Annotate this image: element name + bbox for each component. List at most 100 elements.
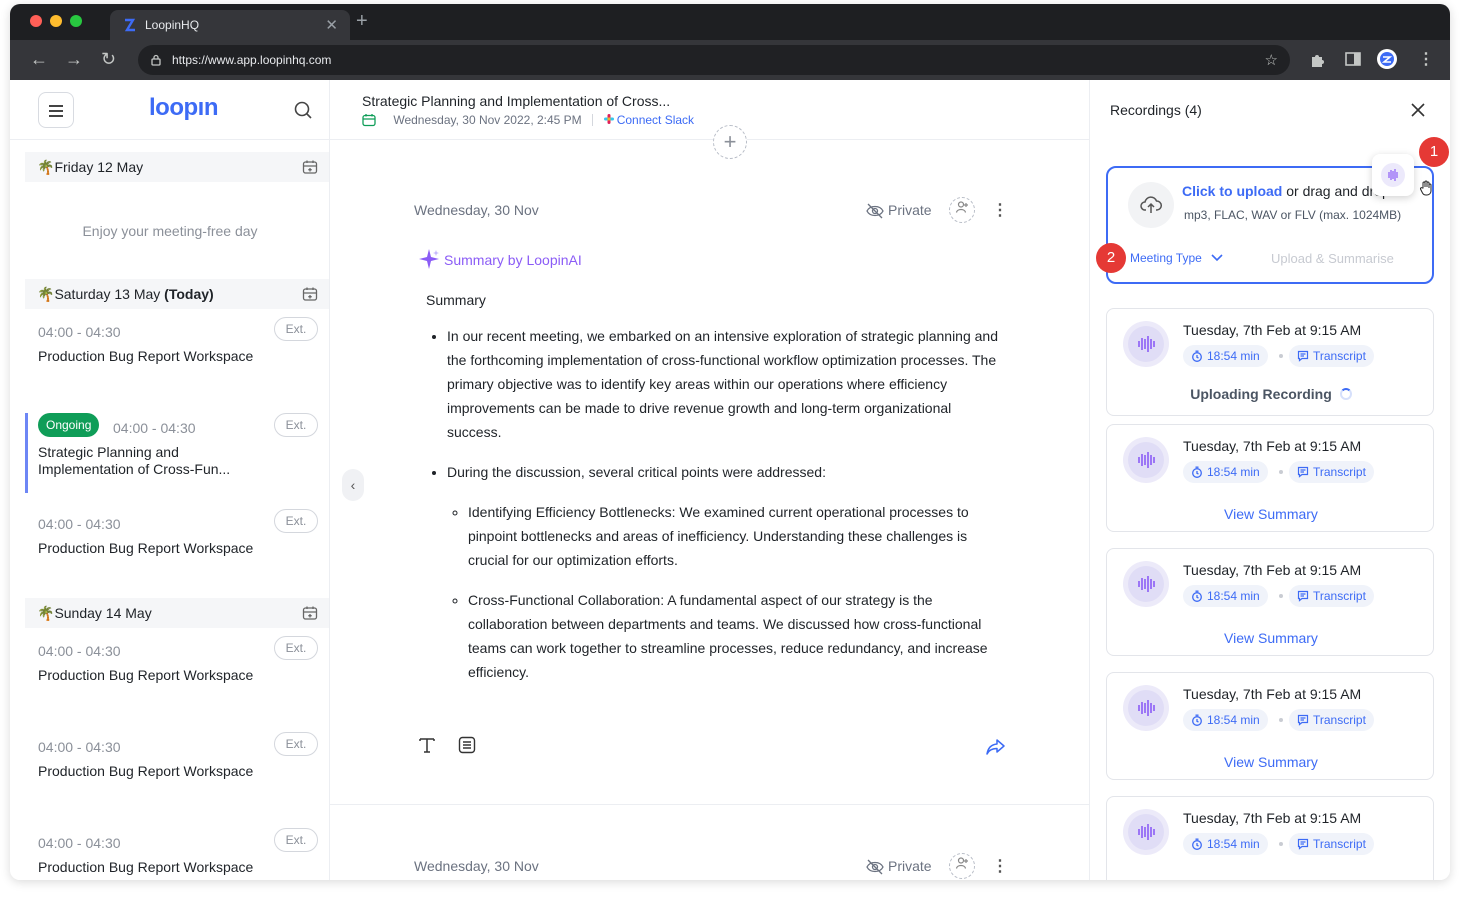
- eye-off-icon: [866, 859, 884, 875]
- add-user-icon[interactable]: [949, 853, 975, 879]
- summary-bullet: In our recent meeting, we embarked on an…: [447, 324, 1006, 444]
- transcript-button[interactable]: Transcript: [1289, 461, 1374, 483]
- summary-body: In our recent meeting, we embarked on an…: [426, 324, 1006, 700]
- drag-hand-cursor-icon: [1419, 180, 1433, 201]
- address-bar[interactable]: https://www.app.loopinhq.com ☆: [138, 45, 1290, 75]
- transcript-icon: [1297, 590, 1309, 602]
- close-window-button[interactable]: [30, 15, 42, 27]
- browser-window: LoopinHQ ✕ + ← → ↻ https://www.app.loopi…: [10, 4, 1450, 880]
- privacy-toggle[interactable]: Private: [866, 858, 932, 875]
- calendar-event[interactable]: 04:00 - 04:30 Production Bug Report Work…: [25, 509, 329, 589]
- meeting-notes-panel: Strategic Planning and Implementation of…: [330, 80, 1090, 880]
- text-format-icon[interactable]: [418, 736, 436, 759]
- new-tab-icon[interactable]: +: [356, 10, 368, 33]
- calendar-event[interactable]: 04:00 - 04:30 Production Bug Report Work…: [25, 317, 329, 397]
- minimize-window-button[interactable]: [50, 15, 62, 27]
- separator-dot: [1279, 470, 1283, 474]
- click-to-upload-link[interactable]: Click to upload: [1182, 183, 1282, 199]
- day-label: 🌴Friday 12 May: [37, 159, 144, 175]
- bookmark-star-icon[interactable]: ☆: [1265, 51, 1278, 69]
- forward-icon[interactable]: →: [65, 50, 83, 68]
- event-time: 04:00 - 04:30: [38, 324, 121, 340]
- external-badge: Ext.: [274, 413, 318, 437]
- waveform-icon: [1123, 809, 1169, 855]
- summary-sub-bullet: Identifying Efficiency Bottlenecks: We e…: [468, 500, 1006, 572]
- back-icon[interactable]: ←: [30, 50, 48, 68]
- transcript-button[interactable]: Transcript: [1289, 709, 1374, 731]
- calendar-event[interactable]: 04:00 - 04:30 Production Bug Report Work…: [25, 732, 329, 812]
- external-badge: Ext.: [274, 732, 318, 756]
- calendar-event-active[interactable]: Ongoing 04:00 - 04:30 Strategic Planning…: [25, 413, 329, 493]
- reload-icon[interactable]: ↻: [101, 50, 116, 68]
- recording-card[interactable]: Tuesday, 7th Feb at 9:15 AM 18:54 min Tr…: [1106, 672, 1434, 780]
- search-icon[interactable]: [294, 101, 312, 124]
- more-options-icon[interactable]: ⋮: [992, 200, 1008, 220]
- timer-icon: [1192, 590, 1202, 602]
- upload-formats: mp3, FLAC, WAV or FLV (max. 1024MB): [1184, 208, 1402, 222]
- calendar-event[interactable]: 04:00 - 04:30 Production Bug Report Work…: [25, 636, 329, 716]
- connect-slack-link[interactable]: Connect Slack: [603, 113, 694, 127]
- browser-menu-icon[interactable]: ⋮: [1418, 49, 1434, 69]
- collapse-sidebar-button[interactable]: ‹: [342, 469, 364, 501]
- day-header-saturday: 🌴Saturday 13 May (Today): [25, 279, 329, 309]
- view-summary-link[interactable]: View Summary: [1107, 630, 1435, 646]
- calendar-add-icon[interactable]: [302, 159, 318, 178]
- upload-summarise-button[interactable]: Upload & Summarise: [1271, 251, 1394, 266]
- add-user-icon[interactable]: [949, 197, 975, 223]
- side-panel-icon[interactable]: [1345, 51, 1361, 72]
- recording-card[interactable]: Tuesday, 7th Feb at 9:15 AM 18:54 min Tr…: [1106, 308, 1434, 416]
- day-header-sunday: 🌴Sunday 14 May: [25, 598, 329, 628]
- browser-tab[interactable]: LoopinHQ ✕: [110, 10, 350, 40]
- duration-chip: 18:54 min: [1183, 461, 1268, 483]
- close-tab-icon[interactable]: ✕: [325, 16, 338, 34]
- recording-card[interactable]: Tuesday, 7th Feb at 9:15 AM 18:54 min Tr…: [1106, 548, 1434, 656]
- note-divider: [330, 804, 1089, 805]
- event-name: Production Bug Report Workspace: [38, 763, 254, 779]
- view-summary-link[interactable]: View Summary: [1107, 754, 1435, 770]
- event-name: Production Bug Report Workspace: [38, 859, 254, 875]
- more-options-icon[interactable]: ⋮: [992, 856, 1008, 876]
- note-toolbar: [418, 736, 476, 759]
- extensions-icon[interactable]: [1309, 51, 1327, 74]
- recording-card[interactable]: Tuesday, 7th Feb at 9:15 AM 18:54 min Tr…: [1106, 796, 1434, 880]
- transcript-button[interactable]: Transcript: [1289, 833, 1374, 855]
- calendar-icon: [362, 113, 393, 127]
- event-name: Production Bug Report Workspace: [38, 540, 254, 556]
- transcript-button[interactable]: Transcript: [1289, 345, 1374, 367]
- maximize-window-button[interactable]: [70, 15, 82, 27]
- timer-icon: [1192, 714, 1202, 726]
- external-badge: Ext.: [274, 636, 318, 660]
- transcript-icon: [1297, 350, 1309, 362]
- transcript-icon: [1297, 714, 1309, 726]
- add-note-button[interactable]: +: [713, 125, 747, 159]
- drag-recording-chip[interactable]: [1372, 154, 1414, 196]
- summary-sub-bullet: Cross-Functional Collaboration: A fundam…: [468, 588, 1006, 684]
- share-icon[interactable]: [986, 738, 1006, 761]
- recording-title: Tuesday, 7th Feb at 9:15 AM: [1183, 810, 1362, 826]
- meeting-type-dropdown[interactable]: Meeting Type: [1130, 251, 1223, 265]
- event-time: 04:00 - 04:30: [38, 643, 121, 659]
- transcript-button[interactable]: Transcript: [1289, 585, 1374, 607]
- waveform-icon: [1123, 321, 1169, 367]
- step-badge-2: 2: [1096, 243, 1126, 273]
- loading-spinner-icon: [1339, 388, 1352, 400]
- timer-icon: [1192, 466, 1202, 478]
- calendar-event[interactable]: 04:00 - 04:30 Production Bug Report Work…: [25, 828, 329, 880]
- loopin-logo: loopın: [149, 94, 218, 121]
- menu-button[interactable]: [38, 92, 74, 128]
- empty-day-message: Enjoy your meeting-free day: [82, 223, 258, 239]
- calendar-add-icon[interactable]: [302, 286, 318, 305]
- duration-chip: 18:54 min: [1183, 345, 1268, 367]
- recording-card[interactable]: Tuesday, 7th Feb at 9:15 AM 18:54 min Tr…: [1106, 424, 1434, 532]
- profile-avatar-icon[interactable]: [1377, 49, 1397, 74]
- transcript-icon: [1297, 466, 1309, 478]
- url-text: https://www.app.loopinhq.com: [172, 53, 332, 67]
- calendar-add-icon[interactable]: [302, 605, 318, 624]
- browser-tabbar: LoopinHQ ✕ +: [10, 4, 1450, 40]
- divider: [591, 114, 593, 126]
- list-format-icon[interactable]: [458, 736, 476, 759]
- close-icon[interactable]: [1410, 102, 1426, 123]
- view-summary-link[interactable]: View Summary: [1107, 506, 1435, 522]
- privacy-toggle[interactable]: Private: [866, 202, 932, 219]
- meeting-datetime: Wednesday, 30 Nov 2022, 2:45 PM: [393, 113, 582, 127]
